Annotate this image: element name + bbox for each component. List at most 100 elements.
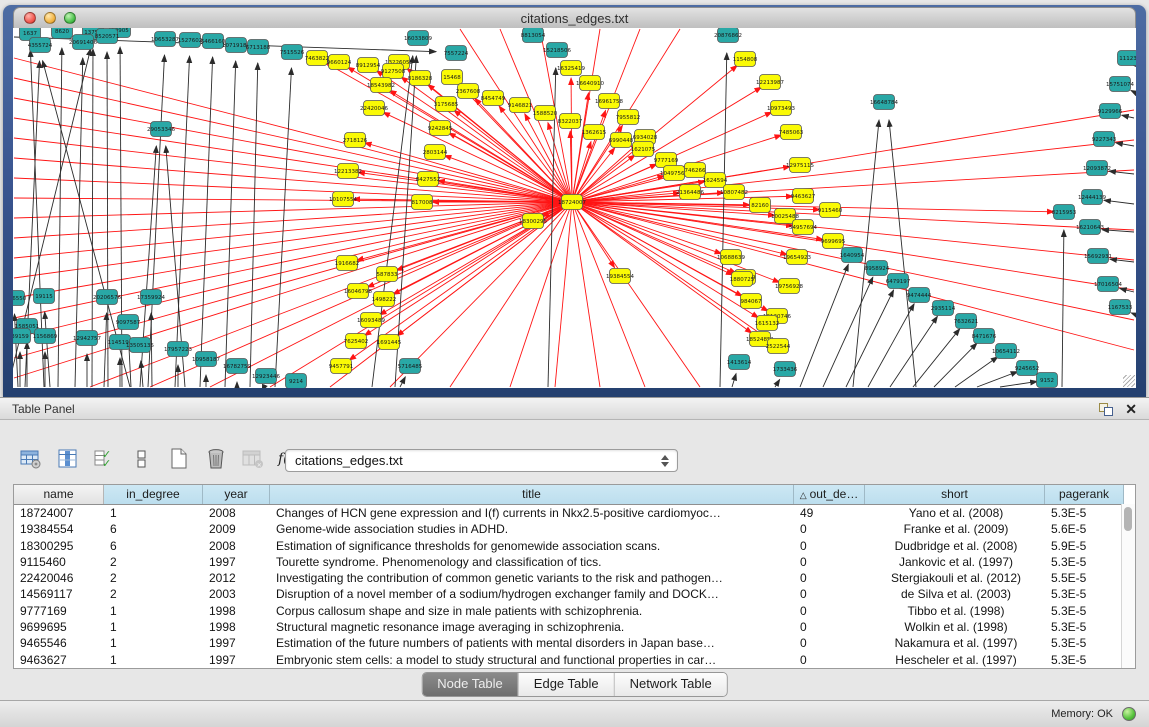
tab-network-table[interactable]: Network Table — [614, 673, 727, 696]
cell-name: 19384554 — [14, 521, 104, 537]
svg-text:8471676: 8471676 — [972, 334, 997, 340]
svg-text:9115460: 9115460 — [818, 208, 843, 214]
cell-pagerank: 5.3E-5 — [1045, 603, 1124, 619]
memory-status-button[interactable] — [1122, 707, 1136, 721]
cell-name: 22420046 — [14, 570, 104, 586]
svg-text:3175685: 3175685 — [434, 102, 459, 108]
cell-pagerank: 5.3E-5 — [1045, 652, 1124, 668]
cell-title: Tourette syndrome. Phenomenology and cla… — [270, 554, 794, 570]
svg-text:1621075: 1621075 — [631, 147, 656, 153]
table-row[interactable]: 969969511998Structural magnetic resonanc… — [14, 619, 1135, 635]
network-canvas-area[interactable]: 1637862013754109054355724206914068520571… — [13, 28, 1136, 388]
cell-short: Franke et al. (2009) — [865, 521, 1045, 537]
svg-text:7485063: 7485063 — [779, 130, 804, 136]
svg-text:16210643: 16210643 — [1076, 225, 1104, 231]
svg-text:8620: 8620 — [55, 29, 69, 35]
tab-edge-table[interactable]: Edge Table — [518, 673, 614, 696]
table-row[interactable]: 946554611997Estimation of the future num… — [14, 635, 1135, 651]
svg-text:1413614: 1413614 — [727, 360, 752, 366]
svg-text:10653287: 10653287 — [151, 37, 179, 43]
table-panel-titlebar: Table Panel ✕ — [0, 397, 1149, 420]
svg-text:8813054: 8813054 — [521, 33, 546, 39]
svg-text:2803144: 2803144 — [423, 150, 448, 156]
cell-in_degree: 2 — [104, 570, 203, 586]
table-row[interactable]: 977716911998Corpus callosum shape and si… — [14, 603, 1135, 619]
svg-text:10654112: 10654112 — [992, 349, 1020, 355]
svg-text:15692931: 15692931 — [1084, 254, 1112, 260]
cell-year: 2008 — [203, 505, 270, 521]
delete-table-icon[interactable]: ✕ — [240, 446, 266, 472]
show-columns-icon[interactable] — [55, 446, 81, 472]
svg-text:1916682: 1916682 — [335, 261, 360, 267]
svg-text:10973493: 10973493 — [767, 106, 795, 112]
cell-pagerank: 5.3E-5 — [1045, 505, 1124, 521]
table-body: 1872400712008Changes of HCN gene express… — [14, 505, 1135, 668]
cell-short: Jankovic et al. (1997) — [865, 554, 1045, 570]
dropdown-stepper-icon — [661, 454, 670, 468]
column-header-out_degree[interactable]: △out_de… — [794, 485, 865, 504]
cell-year: 2012 — [203, 570, 270, 586]
svg-text:12213382: 12213382 — [334, 169, 362, 175]
svg-text:4355724: 4355724 — [28, 43, 53, 49]
table-row[interactable]: 946362711997Embryonic stem cells: a mode… — [14, 652, 1135, 668]
svg-text:9214: 9214 — [289, 379, 303, 385]
svg-text:1733436: 1733436 — [773, 367, 798, 373]
svg-text:587833: 587833 — [377, 272, 398, 278]
new-column-icon[interactable] — [166, 446, 192, 472]
svg-text:✕: ✕ — [257, 462, 262, 469]
cell-name: 14569117 — [14, 586, 104, 602]
svg-text:8427552: 8427552 — [416, 177, 441, 183]
resize-grip-icon[interactable] — [1123, 375, 1135, 387]
cell-out_degree: 49 — [794, 505, 865, 521]
svg-text:9227343: 9227343 — [1092, 137, 1117, 143]
cell-name: 9699695 — [14, 619, 104, 635]
cell-title: Disruption of a novel member of a sodium… — [270, 586, 794, 602]
svg-text:19115: 19115 — [35, 294, 53, 300]
svg-text:39159: 39159 — [13, 334, 29, 340]
cell-out_degree: 0 — [794, 570, 865, 586]
table-row[interactable]: 1830029562008Estimation of significance … — [14, 538, 1135, 554]
cell-year: 1997 — [203, 652, 270, 668]
svg-text:6990448: 6990448 — [609, 138, 634, 144]
table-tabs: Node TableEdge TableNetwork Table — [421, 672, 728, 697]
table-row[interactable]: 1938455462009Genome-wide association stu… — [14, 521, 1135, 537]
svg-text:15468: 15468 — [443, 75, 461, 81]
table-row[interactable]: 1872400712008Changes of HCN gene express… — [14, 505, 1135, 521]
tab-node-table[interactable]: Node Table — [422, 673, 518, 696]
column-header-pagerank[interactable]: pagerank — [1045, 485, 1124, 504]
svg-text:8186328: 8186328 — [408, 76, 433, 82]
svg-text:9146821: 9146821 — [508, 103, 533, 109]
svg-text:1167533: 1167533 — [1108, 305, 1133, 311]
row-mode-icon[interactable] — [129, 446, 155, 472]
cell-short: Dudbridge et al. (2008) — [865, 538, 1045, 554]
column-header-in_degree[interactable]: in_degree — [104, 485, 203, 504]
network-canvas[interactable]: 1637862013754109054355724206914068520571… — [13, 28, 1136, 388]
column-header-name[interactable]: name — [14, 485, 104, 504]
table-select-dropdown[interactable]: citations_edges.txt — [285, 449, 678, 472]
svg-text:11123: 11123 — [1119, 56, 1136, 62]
close-panel-icon[interactable]: ✕ — [1125, 400, 1137, 418]
svg-text:19756928: 19756928 — [775, 284, 803, 290]
svg-text:9474444: 9474444 — [907, 293, 932, 299]
network-window-titlebar[interactable]: citations_edges.txt — [13, 7, 1136, 30]
column-settings-icon[interactable] — [18, 446, 44, 472]
cell-pagerank: 5.3E-5 — [1045, 619, 1124, 635]
svg-text:1880725: 1880725 — [730, 277, 755, 283]
table-row[interactable]: 1456911722003Disruption of a novel membe… — [14, 586, 1135, 602]
table-row[interactable]: 2242004622012Investigating the contribut… — [14, 570, 1135, 586]
column-header-year[interactable]: year — [203, 485, 270, 504]
vertical-scrollbar[interactable] — [1121, 504, 1135, 668]
svg-text:2718126: 2718126 — [343, 138, 368, 144]
svg-text:16782759: 16782759 — [223, 364, 251, 370]
cell-short: Nakamura et al. (1997) — [865, 635, 1045, 651]
column-header-short[interactable]: short — [865, 485, 1045, 504]
scrollbar-thumb[interactable] — [1124, 507, 1132, 531]
float-panel-icon[interactable] — [1099, 403, 1113, 416]
column-header-title[interactable]: title — [270, 485, 794, 504]
select-columns-icon[interactable]: ✓✓ — [92, 446, 118, 472]
svg-text:16325419: 16325419 — [557, 66, 585, 72]
table-row[interactable]: 911546021997Tourette syndrome. Phenomeno… — [14, 554, 1135, 570]
svg-text:18724007: 18724007 — [558, 200, 586, 206]
svg-text:6479197: 6479197 — [886, 279, 911, 285]
delete-column-icon[interactable] — [203, 446, 229, 472]
